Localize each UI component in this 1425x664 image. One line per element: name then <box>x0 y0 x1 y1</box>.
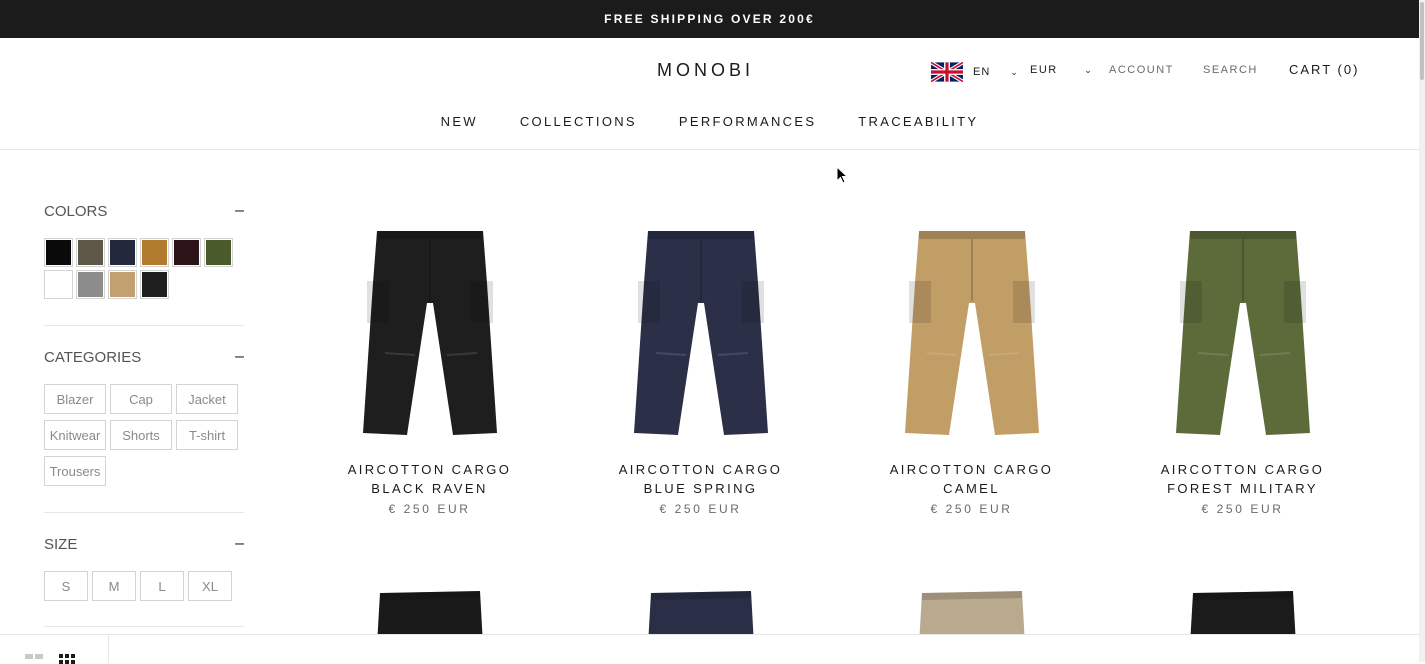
color-swatch[interactable] <box>108 270 137 299</box>
product-image[interactable] <box>375 585 485 635</box>
product-card[interactable]: AIRCOTTON CARGO FOREST MILITARY € 250 EU… <box>1107 205 1378 516</box>
size-title: SIZE <box>44 535 78 553</box>
filter-sidebar: COLORS – CATEGORIES – Blazer Cap Jacket … <box>44 150 244 627</box>
product-name-line: AIRCOTTON CARGO <box>889 462 1054 477</box>
color-swatch[interactable] <box>44 270 73 299</box>
nav-collections[interactable]: COLLECTIONS <box>520 114 637 129</box>
product-name[interactable]: AIRCOTTON CARGO BLUE SPRING <box>565 460 836 498</box>
scrollbar-thumb[interactable] <box>1420 2 1424 80</box>
nav-traceability[interactable]: TRACEABILITY <box>858 114 978 129</box>
divider <box>44 626 244 627</box>
product-name-line: BLUE SPRING <box>643 481 758 496</box>
nav-performances[interactable]: PERFORMANCES <box>679 114 816 129</box>
product-price: € 250 EUR <box>659 502 742 516</box>
uk-flag-icon <box>931 62 963 82</box>
site-header: MONOBI EN ⌄ EUR ⌄ ACCOUNT SEARCH CART (0… <box>0 38 1419 150</box>
color-swatch[interactable] <box>76 238 105 267</box>
trousers-image <box>362 230 497 435</box>
search-link[interactable]: SEARCH <box>1203 64 1258 76</box>
size-filter-header[interactable]: SIZE – <box>44 535 244 553</box>
divider <box>44 512 244 513</box>
size-s[interactable]: S <box>44 571 88 601</box>
color-swatch[interactable] <box>44 238 73 267</box>
product-name[interactable]: AIRCOTTON CARGO FOREST MILITARY <box>1107 460 1378 498</box>
trousers-image <box>904 230 1039 435</box>
collapse-icon[interactable]: – <box>235 535 244 553</box>
site-logo[interactable]: MONOBI <box>657 60 754 81</box>
cart-link[interactable]: CART (0) <box>1289 62 1359 77</box>
product-image[interactable] <box>565 205 836 460</box>
page-scrollbar[interactable] <box>1419 0 1425 662</box>
grid-2-icon[interactable] <box>25 654 43 659</box>
divider <box>44 325 244 326</box>
currency-label: EUR <box>1030 64 1058 76</box>
category-shorts[interactable]: Shorts <box>110 420 172 450</box>
categories-filter-header[interactable]: CATEGORIES – <box>44 348 244 366</box>
product-name-line: AIRCOTTON CARGO <box>1160 462 1325 477</box>
product-card[interactable]: AIRCOTTON CARGO BLACK RAVEN € 250 EUR <box>294 205 565 516</box>
product-card[interactable]: AIRCOTTON CARGO CAMEL € 250 EUR <box>836 205 1107 516</box>
product-image[interactable] <box>1188 585 1298 635</box>
color-swatch[interactable] <box>172 238 201 267</box>
grid-4-icon[interactable] <box>59 654 75 664</box>
colors-filter-header[interactable]: COLORS – <box>44 202 244 220</box>
categories-title: CATEGORIES <box>44 348 142 366</box>
collapse-icon[interactable]: – <box>235 348 244 366</box>
main-nav: NEW COLLECTIONS PERFORMANCES TRACEABILIT… <box>0 114 1419 129</box>
product-name[interactable]: AIRCOTTON CARGO CAMEL <box>836 460 1107 498</box>
product-image[interactable] <box>836 205 1107 460</box>
currency-selector[interactable]: EUR ⌄ <box>1030 64 1093 76</box>
product-card[interactable] <box>836 585 1107 635</box>
color-swatch[interactable] <box>108 238 137 267</box>
color-swatch[interactable] <box>140 270 169 299</box>
category-tshirt[interactable]: T-shirt <box>176 420 238 450</box>
color-swatch[interactable] <box>76 270 105 299</box>
size-options: S M L XL <box>44 571 244 601</box>
product-card[interactable]: AIRCOTTON CARGO BLUE SPRING € 250 EUR <box>565 205 836 516</box>
chevron-down-icon: ⌄ <box>1084 65 1094 75</box>
category-knitwear[interactable]: Knitwear <box>44 420 106 450</box>
chevron-down-icon: ⌄ <box>1010 66 1019 77</box>
product-name-line: AIRCOTTON CARGO <box>618 462 783 477</box>
category-jacket[interactable]: Jacket <box>176 384 238 414</box>
size-xl[interactable]: XL <box>188 571 232 601</box>
category-blazer[interactable]: Blazer <box>44 384 106 414</box>
product-card[interactable] <box>565 585 836 635</box>
nav-new[interactable]: NEW <box>441 114 478 129</box>
product-card[interactable] <box>1107 585 1378 635</box>
trousers-image <box>1175 230 1310 435</box>
category-tags: Blazer Cap Jacket Knitwear Shorts T-shir… <box>44 384 244 486</box>
language-label: EN <box>973 66 991 78</box>
category-cap[interactable]: Cap <box>110 384 172 414</box>
size-m[interactable]: M <box>92 571 136 601</box>
product-price: € 250 EUR <box>1201 502 1284 516</box>
account-link[interactable]: ACCOUNT <box>1109 64 1174 76</box>
product-card[interactable] <box>294 585 565 635</box>
product-name-line: FOREST MILITARY <box>1167 481 1318 496</box>
product-name-line: BLACK RAVEN <box>371 481 488 496</box>
mouse-cursor-icon <box>836 166 848 184</box>
language-selector[interactable]: EN ⌄ <box>931 62 1019 82</box>
trousers-image <box>633 230 768 435</box>
divider <box>108 635 109 663</box>
product-name-line: AIRCOTTON CARGO <box>347 462 512 477</box>
product-name[interactable]: AIRCOTTON CARGO BLACK RAVEN <box>294 460 565 498</box>
category-trousers[interactable]: Trousers <box>44 456 106 486</box>
color-swatch[interactable] <box>204 238 233 267</box>
product-image[interactable] <box>917 585 1027 635</box>
product-name-line: CAMEL <box>943 481 1000 496</box>
color-swatch[interactable] <box>140 238 169 267</box>
layout-toggle-bar <box>0 634 1419 664</box>
collapse-icon[interactable]: – <box>235 202 244 220</box>
product-price: € 250 EUR <box>388 502 471 516</box>
size-l[interactable]: L <box>140 571 184 601</box>
product-image[interactable] <box>646 585 756 635</box>
product-image[interactable] <box>1107 205 1378 460</box>
announcement-text: FREE SHIPPING OVER 200€ <box>604 12 815 26</box>
product-price: € 250 EUR <box>930 502 1013 516</box>
colors-title: COLORS <box>44 202 108 220</box>
announcement-bar: FREE SHIPPING OVER 200€ <box>0 0 1419 38</box>
product-image[interactable] <box>294 205 565 460</box>
color-swatches <box>44 238 244 299</box>
